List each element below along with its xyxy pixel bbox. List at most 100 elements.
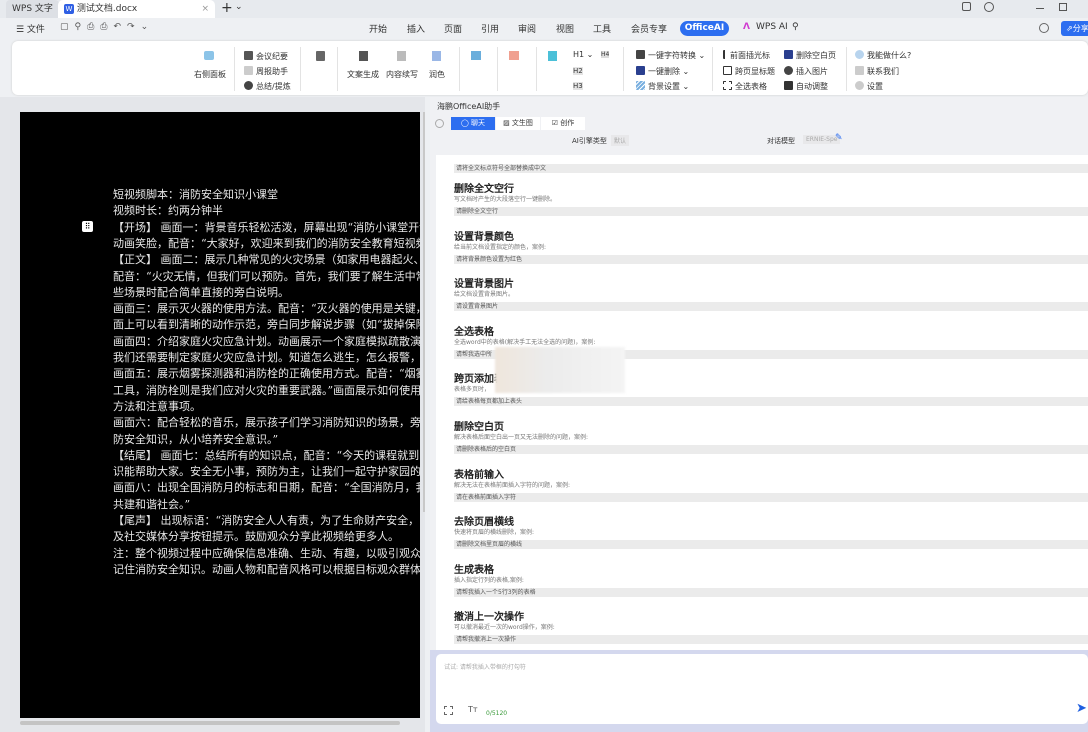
example-prompt[interactable]: 请将背景颜色设置为红色: [454, 255, 1088, 264]
prompt-description: 可以撤消最近一次的word操作，案例:: [454, 622, 1088, 631]
tab-document[interactable]: W 测试文档.docx ×: [58, 0, 215, 18]
cross-page-header-button[interactable]: 跨页显标题: [723, 66, 775, 77]
contact-us-button[interactable]: 联系我们: [855, 66, 899, 77]
document-line: 【正文】 画面二：展示几种常见的火灾场景（如家用电器起火、: [113, 253, 420, 267]
new-tab-button[interactable]: +: [221, 0, 233, 16]
tab-chat[interactable]: ◯ 聊天: [451, 117, 495, 130]
vertical-scrollbar[interactable]: [423, 112, 425, 512]
sync-status-icon[interactable]: [1039, 23, 1049, 33]
share-button[interactable]: ⇗分享: [1061, 21, 1088, 36]
example-prompt[interactable]: 请删除表格后的空白页: [454, 445, 1088, 454]
send-button[interactable]: ➤: [1076, 701, 1087, 716]
char-counter: 0/5120: [486, 710, 507, 717]
font-size-icon[interactable]: Tт: [468, 705, 478, 714]
document-line: 防安全知识，从小培养安全意识。”: [113, 433, 278, 447]
tab-text-to-image[interactable]: ▨ 文生图: [496, 117, 540, 130]
menu-page[interactable]: 页面: [444, 22, 462, 35]
divider: [459, 47, 460, 91]
tab-create[interactable]: ☑ 创作: [541, 117, 585, 130]
prompt-item: 删除空白页解决表格后面空白出一页又无法删除的问题，案例:请删除表格后的空白页: [454, 418, 1088, 454]
note-icon[interactable]: [316, 51, 325, 61]
example-prompt[interactable]: 请设置背景图片: [454, 302, 1088, 311]
example-prompt[interactable]: 请将全文标点符号全部替换成中文: [454, 164, 1088, 173]
screenshot-icon[interactable]: [444, 706, 453, 715]
example-prompt[interactable]: 请帮我插入一个5行3列的表格: [454, 588, 1088, 597]
example-prompt[interactable]: 请给表格每页都加上表头: [454, 397, 1088, 406]
tab-wps-writer[interactable]: WPS 文字: [6, 0, 59, 18]
example-prompt[interactable]: 请删除全文空行: [454, 207, 1088, 216]
h1-button[interactable]: H1 ⌄: [573, 50, 593, 59]
cube-icon[interactable]: [984, 2, 994, 12]
document-line: 配音：“火灾无情，但我们可以预防。首先，我们要了解生活中常: [113, 270, 420, 284]
maximize-button[interactable]: [1059, 3, 1067, 11]
search-icon[interactable]: ⚲: [792, 22, 799, 32]
label: 自动调整: [796, 82, 828, 91]
settings-button[interactable]: 设置: [855, 81, 883, 92]
menu-insert[interactable]: 插入: [407, 22, 425, 35]
h4-button[interactable]: H4: [601, 51, 609, 58]
erase-icon[interactable]: [509, 51, 519, 60]
continue-write-button[interactable]: 内容续写: [386, 69, 418, 80]
help-icon: [855, 50, 864, 59]
example-prompt[interactable]: 请帮我撤消上一次操作: [454, 635, 1088, 644]
minimize-button[interactable]: [1036, 8, 1044, 9]
layout-icon[interactable]: [471, 51, 481, 60]
h2-button[interactable]: H2: [573, 67, 583, 75]
document-page[interactable]: ⠿ 短视频脚本：消防安全知识小课堂视频时长：约两分钟半【开场】 画面一：背景音乐…: [20, 112, 420, 718]
prompt-title: 表格前输入: [454, 466, 1088, 479]
auto-adjust-button[interactable]: 自动调整: [784, 81, 828, 92]
right-panel-button[interactable]: 右侧面板: [194, 69, 226, 80]
example-prompt[interactable]: 请删除文档里页眉的横线: [454, 540, 1088, 549]
select-all-tables-button[interactable]: 全选表格: [723, 81, 767, 92]
engine-select[interactable]: 默认: [611, 135, 629, 146]
insert-cursor-button[interactable]: 前面插光标: [723, 50, 770, 61]
close-tab-icon[interactable]: ×: [201, 0, 209, 18]
horizontal-scrollbar[interactable]: [20, 721, 400, 725]
tab-list-chevron-icon[interactable]: ⌄: [235, 2, 243, 12]
chat-input-placeholder: 试试: 请帮我插入带框的打勾符: [444, 662, 526, 671]
char-convert-button[interactable]: 一键字符转换 ⌄: [636, 50, 705, 61]
window-restore-icon[interactable]: [962, 2, 971, 11]
drag-handle-icon[interactable]: ⠿: [82, 221, 93, 232]
chat-input[interactable]: 试试: 请帮我插入带框的打勾符 Tт 0/5120 ➤: [436, 654, 1088, 724]
summary-button[interactable]: 总结/提炼: [244, 81, 291, 92]
one-click-delete-button[interactable]: 一键删除 ⌄: [636, 66, 689, 77]
file-menu[interactable]: ☰ 文件: [16, 22, 45, 35]
document-line: 【尾声】 出现标语：“消防安全人人有责，为了生命财产安全，: [113, 514, 419, 528]
divider: [536, 47, 537, 91]
edit-icon[interactable]: ✎: [835, 133, 843, 143]
label: 文生图: [512, 119, 533, 127]
list-item[interactable]: 请将全文标点符号全部替换成中文: [454, 160, 1088, 173]
background-settings-button[interactable]: 背景设置 ⌄: [636, 81, 689, 92]
prompt-title: 设置背景颜色: [454, 228, 1088, 241]
label: 背景设置: [648, 82, 680, 91]
select-icon: [723, 81, 732, 90]
menu-view[interactable]: 视图: [556, 22, 574, 35]
document-line: 及社交媒体分享按钮提示。鼓励观众分享此视频给更多人。: [113, 530, 399, 544]
report-icon: [244, 66, 253, 75]
table-header-icon: [723, 66, 732, 75]
weekly-report-button[interactable]: 周报助手: [244, 66, 288, 77]
polish-button[interactable]: 润色: [429, 69, 445, 80]
meeting-minutes-button[interactable]: 会议纪要: [244, 51, 288, 62]
document-line: 共建和谐社会。”: [113, 498, 190, 512]
style-icon[interactable]: [548, 51, 557, 61]
delete-blank-page-button[interactable]: 删除空白页: [784, 50, 836, 61]
history-icon[interactable]: [435, 119, 444, 128]
menu-reference[interactable]: 引用: [481, 22, 499, 35]
quick-access-icons[interactable]: ▢⚲⎙⎙↶↷⌄: [60, 22, 154, 32]
menu-review[interactable]: 审阅: [518, 22, 536, 35]
panel-title: 海鹏OfficeAI助手: [437, 101, 500, 112]
menu-member[interactable]: 会员专享: [631, 22, 667, 35]
example-prompt[interactable]: 请在表格前面插入字符: [454, 493, 1088, 502]
document-line: 画面六：配合轻松的音乐，展示孩子们学习消防知识的场景，旁白: [113, 416, 420, 430]
h3-button[interactable]: H3: [573, 82, 583, 90]
copy-generate-button[interactable]: 文案生成: [347, 69, 379, 80]
what-can-i-do-button[interactable]: 我能做什么?: [855, 50, 911, 61]
menu-wps-ai[interactable]: WPS AI: [756, 22, 788, 32]
menu-start[interactable]: 开始: [369, 22, 387, 35]
document-line: 工具，消防栓则是我们应对火灾的重要武器。”画面展示如何使用: [113, 384, 420, 398]
menu-officeai[interactable]: OfficeAI: [680, 21, 729, 36]
menu-tools[interactable]: 工具: [593, 22, 611, 35]
insert-image-button[interactable]: 插入图片: [784, 66, 828, 77]
